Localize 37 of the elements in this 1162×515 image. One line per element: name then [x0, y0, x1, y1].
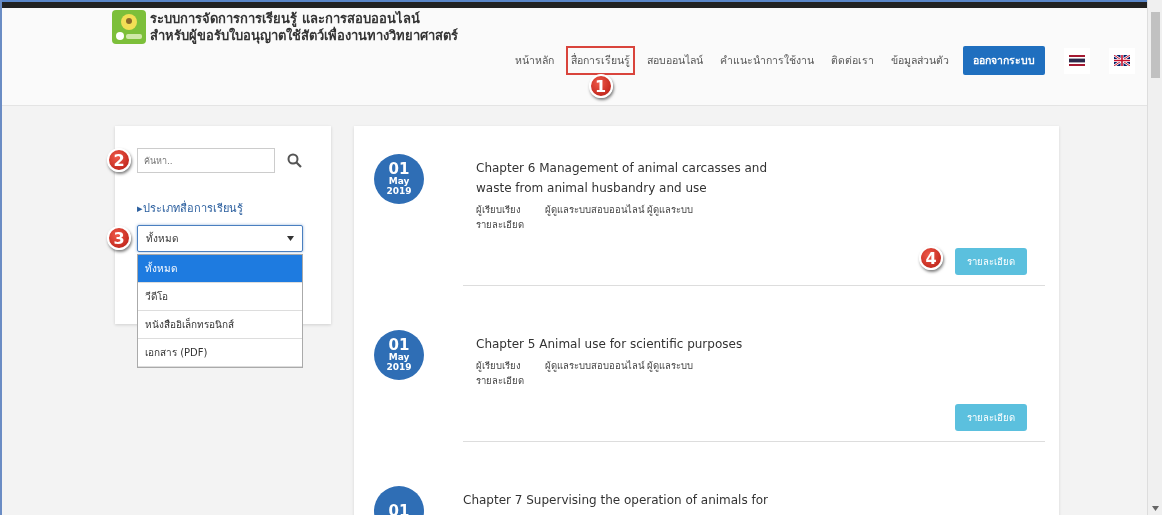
- nav-link[interactable]: ข้อมูลส่วนตัว: [886, 46, 954, 75]
- callout-marker: 3: [107, 226, 131, 250]
- nav-link[interactable]: สื่อการเรียนรู้: [566, 46, 635, 75]
- search-field[interactable]: ค้นหา..: [137, 148, 275, 173]
- scroll-down-icon[interactable]: [1151, 506, 1159, 511]
- chapter-title: Chapter 6 Management of animal carcasses and waste from animal husbandry and use: [476, 160, 769, 197]
- callout-marker: 1: [588, 74, 613, 98]
- chapter-title: Chapter 5 Animal use for scientific purposes: [476, 336, 744, 353]
- category-select[interactable]: ทั้งหมด: [137, 225, 303, 252]
- scroll-thumb[interactable]: [1150, 12, 1160, 78]
- scrollbar[interactable]: [1147, 0, 1162, 515]
- author-label: ผู้เรียบเรียง: [476, 359, 521, 373]
- site-title: สำหรับผู้ขอรับใบอนุญาตใช้สัตว์เพื่องานทางวิทยาศาสตร์: [150, 27, 458, 44]
- date-badge: 01 May 2019: [374, 154, 424, 204]
- search-icon[interactable]: [287, 153, 302, 168]
- nav-link[interactable]: สอบออนไลน์: [642, 46, 708, 75]
- callout-marker: 4: [919, 246, 943, 270]
- detail-label: รายละเอียด: [476, 218, 525, 232]
- date-badge: 01 May 2019: [374, 330, 424, 380]
- chapter-title: Chapter 7 Supervising the operation of animals for: [463, 492, 769, 509]
- nav-link[interactable]: ติดต่อเรา: [826, 46, 879, 75]
- logout-button[interactable]: ออกจากระบบ: [963, 46, 1045, 75]
- category-label: ▸ประเภทสื่อการเรียนรู้: [137, 199, 244, 217]
- nav-link[interactable]: หน้าหลัก: [510, 46, 559, 75]
- caret-icon: [287, 236, 294, 241]
- nav-link[interactable]: คำแนะนำการใช้งาน: [715, 46, 819, 75]
- dropdown-option[interactable]: ทั้งหมด: [138, 255, 302, 283]
- author-name: ผู้ดูแลระบบสอบออนไลน์ ผู้ดูแลระบบ: [545, 359, 694, 373]
- thai-flag-button[interactable]: [1064, 47, 1090, 74]
- author-name: ผู้ดูแลระบบสอบออนไลน์ ผู้ดูแลระบบ: [545, 203, 694, 217]
- author-label: ผู้เรียบเรียง: [476, 203, 521, 217]
- thai-flag-icon: [1069, 55, 1085, 66]
- detail-label: รายละเอียด: [476, 374, 525, 388]
- uk-flag-button[interactable]: [1109, 47, 1135, 74]
- site-title: ระบบการจัดการการเรียนรู้ และการสอบออนไลน์: [150, 10, 420, 27]
- callout-marker: 2: [107, 148, 131, 172]
- uk-flag-icon: [1114, 55, 1130, 66]
